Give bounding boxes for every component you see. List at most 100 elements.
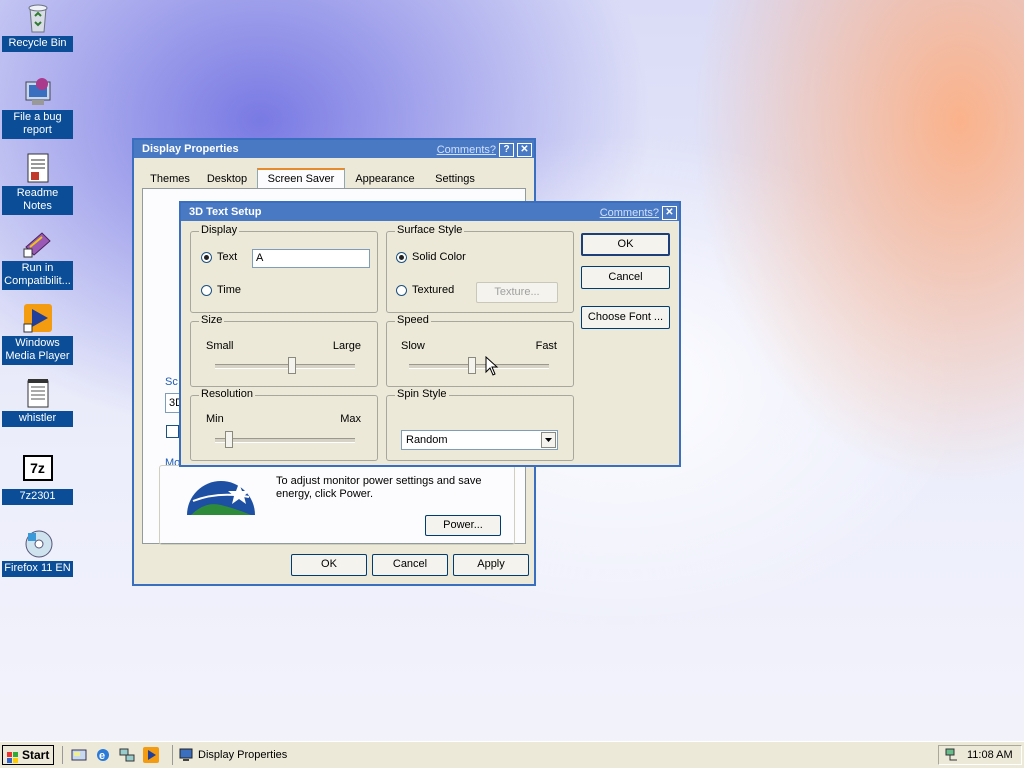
svg-text:e: e	[99, 750, 105, 762]
network-icon[interactable]	[119, 747, 135, 763]
help-icon[interactable]: ?	[499, 143, 514, 157]
resolution-max-label: Max	[340, 413, 361, 425]
media-player-icon	[22, 302, 54, 334]
resolution-slider-track	[215, 438, 355, 443]
text-input[interactable]: A	[252, 249, 370, 268]
document-icon	[22, 152, 54, 184]
3d-text-setup-dialog: 3D Text Setup Comments? ✕ Display Text A…	[179, 201, 681, 467]
seven-zip-glyph: 7z	[22, 455, 53, 481]
title-bar[interactable]: 3D Text Setup Comments? ✕	[181, 203, 679, 221]
mouse-cursor-icon	[483, 355, 499, 381]
power-button[interactable]: Power...	[425, 515, 501, 536]
title-bar[interactable]: Display Properties Comments? ? ✕	[134, 140, 534, 158]
desktop-icon-label: Readme Notes	[2, 186, 73, 215]
cancel-button[interactable]: Cancel	[372, 554, 448, 576]
desktop-icon-label: File a bug report	[2, 110, 73, 139]
seven-zip-icon: 7z	[22, 455, 54, 487]
tab-appearance[interactable]: Appearance	[346, 170, 424, 189]
desktop-icon-label: Windows Media Player	[2, 336, 73, 365]
desktop-icon-readme-notes[interactable]: Readme Notes	[2, 152, 73, 215]
desktop-icon-label: whistler	[2, 411, 73, 427]
spin-style-select[interactable]: Random	[401, 430, 558, 450]
tab-screen-saver[interactable]: Screen Saver	[257, 168, 345, 189]
desktop-icon-label: 7z2301	[2, 489, 73, 505]
tab-desktop[interactable]: Desktop	[198, 170, 256, 189]
cd-installer-icon	[22, 527, 54, 559]
speed-min-label: Slow	[401, 340, 425, 352]
start-button[interactable]: Start	[2, 745, 54, 765]
tab-settings[interactable]: Settings	[424, 170, 486, 189]
dropdown-arrow-icon[interactable]	[541, 432, 556, 448]
recycle-bin-icon	[22, 2, 54, 34]
desktop-icon-file-a-bug[interactable]: File a bug report	[2, 76, 73, 139]
speed-slider-thumb[interactable]	[468, 357, 476, 374]
system-tray: 11:08 AM	[938, 745, 1022, 765]
texture-button[interactable]: Texture...	[476, 282, 558, 303]
group-title: Surface Style	[395, 224, 465, 236]
energy-star-logo	[185, 471, 257, 520]
text-radio-label: Text	[217, 251, 238, 263]
display-properties-icon	[179, 748, 193, 762]
desktop-icon-recycle-bin[interactable]: Recycle Bin	[2, 2, 73, 52]
taskbar-task-display-properties[interactable]: Display Properties	[172, 745, 333, 765]
textured-label: Textured	[412, 284, 455, 296]
desktop-icon-label: Recycle Bin	[2, 36, 73, 52]
apply-button[interactable]: Apply	[453, 554, 529, 576]
desktop-icon-7z2301[interactable]: 7z 7z2301	[2, 452, 73, 505]
time-radio[interactable]	[201, 285, 212, 296]
group-title: Spin Style	[395, 388, 449, 400]
desktop-icon-whistler[interactable]: whistler	[2, 377, 73, 427]
resolution-group: Resolution Min Max	[190, 388, 378, 461]
taskbar: Start e Display Properties 11:08 AM	[0, 741, 1024, 768]
size-slider-thumb[interactable]	[288, 357, 296, 374]
cancel-button[interactable]: Cancel	[581, 266, 670, 289]
network-status-icon[interactable]	[944, 748, 960, 762]
internet-explorer-icon[interactable]: e	[95, 747, 111, 763]
time-radio-label: Time	[217, 284, 242, 296]
desktop-icon-windows-media-player[interactable]: Windows Media Player	[2, 302, 73, 365]
spin-style-group: Spin Style Random	[386, 388, 574, 461]
clock[interactable]: 11:08 AM	[967, 749, 1013, 761]
quick-launch: e	[62, 746, 163, 764]
solid-color-label: Solid Color	[412, 251, 466, 263]
speed-slider-track	[409, 364, 549, 369]
resolution-min-label: Min	[206, 413, 224, 425]
close-icon[interactable]: ✕	[662, 206, 677, 220]
task-label: Display Properties	[198, 749, 288, 761]
group-title: Size	[199, 314, 225, 326]
screen-saver-group-label: Sc	[165, 376, 178, 388]
desktop-icon-firefox[interactable]: Firefox 11 EN	[2, 527, 73, 577]
textured-radio[interactable]	[396, 285, 407, 296]
password-checkbox[interactable]	[166, 425, 179, 438]
desktop-icon-label: Firefox 11 EN	[2, 561, 73, 577]
size-min-label: Small	[206, 340, 234, 352]
group-title: Speed	[395, 314, 431, 326]
text-radio[interactable]	[201, 252, 212, 263]
solid-color-radio[interactable]	[396, 252, 407, 263]
spin-style-value: Random	[406, 434, 448, 446]
bug-report-icon	[22, 76, 54, 108]
size-slider-track	[215, 364, 355, 369]
tab-themes[interactable]: Themes	[142, 170, 198, 189]
speed-max-label: Fast	[535, 340, 557, 352]
desktop-icon-run-in-compatibility[interactable]: Run in Compatibilit...	[2, 227, 73, 290]
comments-link[interactable]: Comments?	[437, 141, 496, 159]
compatibility-wizard-icon	[22, 227, 54, 259]
surface-style-group: Surface Style Solid Color Textured Textu…	[386, 224, 574, 313]
show-desktop-icon[interactable]	[71, 747, 87, 763]
windows-logo-icon	[7, 750, 19, 763]
size-group: Size Small Large	[190, 314, 378, 387]
choose-font-button[interactable]: Choose Font ...	[581, 306, 670, 329]
dialog-title: 3D Text Setup	[189, 206, 262, 218]
ok-button[interactable]: OK	[581, 233, 670, 256]
group-title: Display	[199, 224, 240, 236]
resolution-slider-thumb[interactable]	[225, 431, 233, 448]
size-max-label: Large	[332, 340, 361, 352]
energy-description: To adjust monitor power settings and sav…	[276, 475, 482, 500]
comments-link[interactable]: Comments?	[600, 204, 659, 222]
group-title: Resolution	[199, 388, 255, 400]
ok-button[interactable]: OK	[291, 554, 367, 576]
close-icon[interactable]: ✕	[517, 143, 532, 157]
start-label: Start	[22, 748, 50, 762]
media-player-quick-icon[interactable]	[143, 747, 159, 763]
